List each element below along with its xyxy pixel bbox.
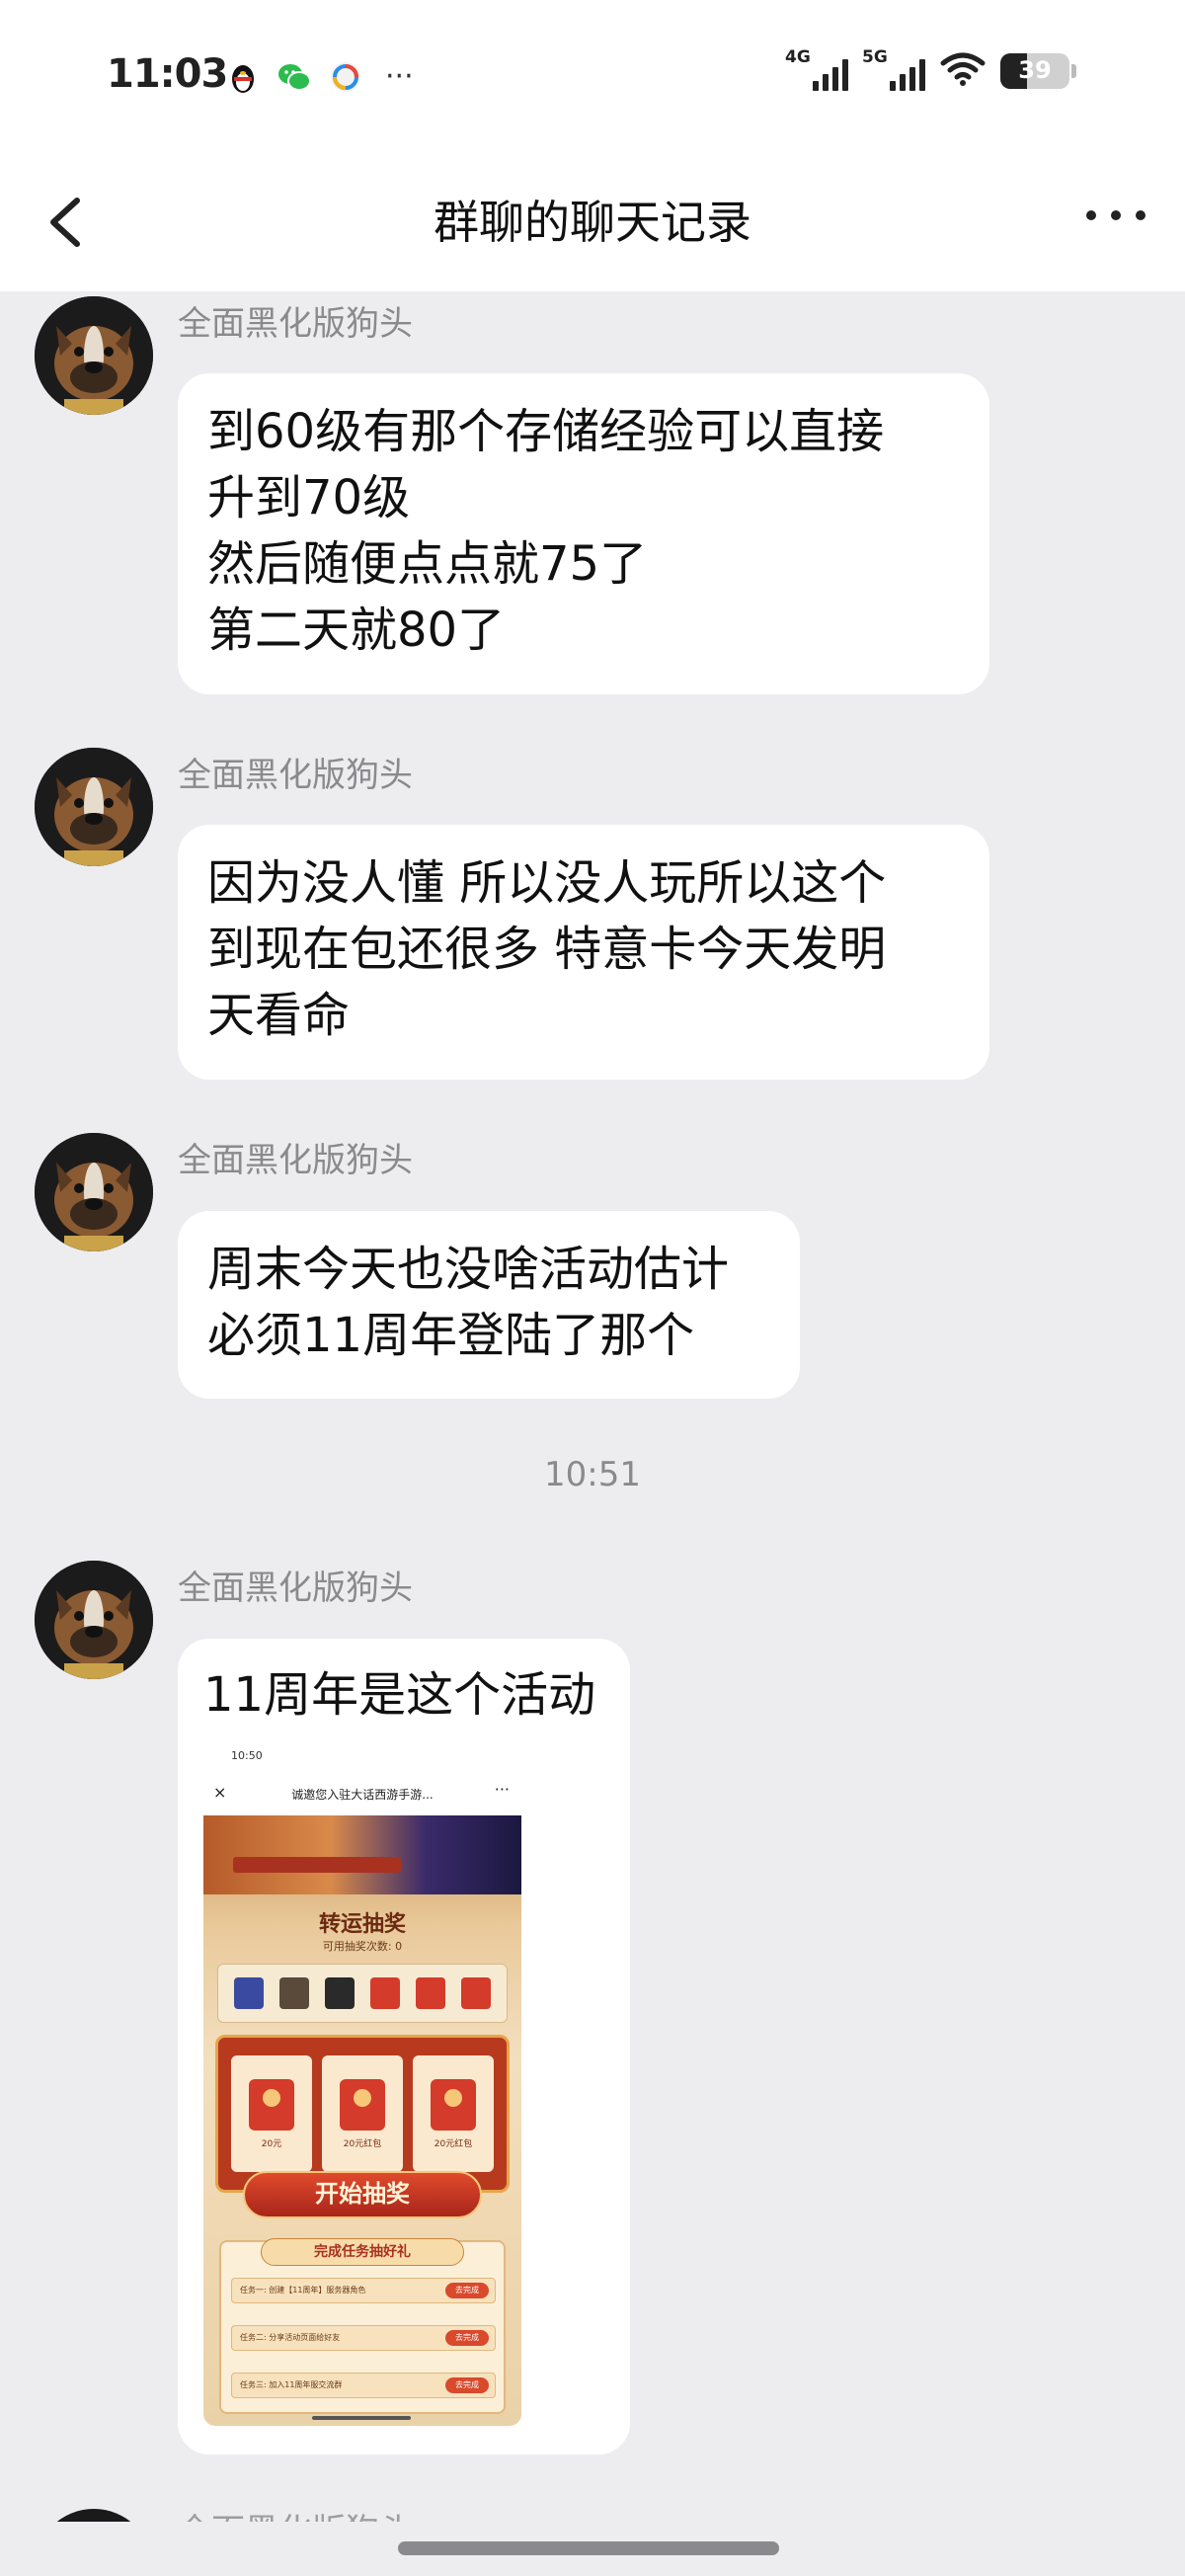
- message-text: 第二天就80了: [207, 603, 506, 658]
- prize-item: [325, 1977, 355, 2009]
- image-nav: × 诚邀您入驻大话西游手游... ···: [203, 1770, 521, 1815]
- lottery-count: 可用抽奖次数: 0: [322, 1940, 403, 1953]
- message-text: 周末今天也没啥活动估计: [207, 1242, 730, 1297]
- slot-machine: 20元 20元红包 20元红包: [215, 2035, 510, 2193]
- battery-tip: [1071, 64, 1076, 78]
- prize-item: [416, 1977, 445, 2009]
- signal-5g: 5G: [862, 47, 925, 91]
- more-options-button[interactable]: [1086, 210, 1146, 226]
- sender-name: 全面黑化版狗头: [178, 1141, 413, 1180]
- signal-4g: 4G: [785, 47, 848, 91]
- prize-item: [279, 1977, 309, 2009]
- message-bubble[interactable]: 到60级有那个存储经验可以直接 升到70级 然后随便点点就75了 第二天就80了: [178, 373, 989, 694]
- message-text: 到现在包还很多 特意卡今天发明: [207, 922, 887, 977]
- avatar[interactable]: [35, 1133, 153, 1251]
- slot-card: 20元红包: [413, 2055, 494, 2172]
- status-time: 11:03: [107, 51, 228, 97]
- avatar[interactable]: [35, 1561, 153, 1679]
- page-title: 群聊的聊天记录: [434, 196, 751, 249]
- message-bubble[interactable]: 因为没人懂 所以没人玩所以这个 到现在包还很多 特意卡今天发明 天看命: [178, 825, 989, 1080]
- bulldog-avatar-icon: [35, 296, 153, 415]
- promo-banner: [203, 1815, 521, 1894]
- prize-item: [370, 1977, 400, 2009]
- battery-icon: 39: [1000, 53, 1069, 89]
- prize-row: [217, 1964, 508, 2023]
- task-header: 完成任务抽好礼: [261, 2238, 464, 2266]
- bulldog-avatar-icon: [35, 748, 153, 866]
- more-icon: ···: [494, 1780, 510, 1799]
- lottery-title: 转运抽奖: [318, 1911, 406, 1937]
- message-image[interactable]: 10:50 × 诚邀您入驻大话西游手游... ··· 转运抽奖 可用抽奖次数: …: [203, 1740, 521, 2426]
- message-bubble[interactable]: 周末今天也没啥活动估计 必须11周年登陆了那个: [178, 1211, 800, 1399]
- message-text: 到60级有那个存储经验可以直接: [207, 404, 885, 459]
- browser-icon: [328, 59, 363, 95]
- message-text: 天看命: [207, 988, 351, 1043]
- task-row: 任务一: 创建【11周年】服务器角色 去完成: [231, 2278, 496, 2303]
- image-status-bar: 10:50: [203, 1740, 521, 1770]
- nav-header: 群聊的聊天记录: [0, 153, 1185, 291]
- sender-name: 全面黑化版狗头: [178, 1569, 413, 1608]
- start-lottery-button: 开始抽奖: [243, 2171, 482, 2218]
- signal-bars-icon: [813, 55, 848, 91]
- status-bar: 11:03 ··· 4G 5G 39: [0, 0, 1185, 153]
- message-text: 必须11周年登陆了那个: [207, 1308, 695, 1363]
- avatar[interactable]: [35, 296, 153, 415]
- sender-name: 全面黑化版狗头: [178, 304, 413, 344]
- banner-ribbon: [233, 1857, 401, 1873]
- task-box: 完成任务抽好礼 任务一: 创建【11周年】服务器角色 去完成 任务二: 分享活动…: [219, 2238, 506, 2414]
- slot-card: 20元红包: [322, 2055, 403, 2172]
- home-indicator[interactable]: [398, 2541, 779, 2555]
- red-envelope-icon: [431, 2078, 476, 2131]
- message-text: 升到70级: [207, 470, 411, 525]
- sender-name: 全面黑化版狗头: [178, 756, 413, 795]
- image-home-indicator: [312, 2416, 411, 2420]
- more-notifications-icon: ···: [385, 59, 414, 94]
- qq-penguin-icon: [225, 59, 261, 95]
- wechat-icon: [276, 59, 312, 95]
- prize-item: [461, 1977, 491, 2009]
- image-page-title: 诚邀您入驻大话西游手游...: [291, 1788, 434, 1802]
- message-text: 因为没人懂 所以没人玩所以这个: [207, 855, 887, 911]
- message-text: 11周年是这个活动: [203, 1667, 596, 1723]
- red-envelope-icon: [249, 2078, 294, 2131]
- prize-item: [234, 1977, 264, 2009]
- bulldog-avatar-icon: [35, 1133, 153, 1251]
- avatar[interactable]: [35, 748, 153, 866]
- task-row: 任务二: 分享活动页面给好友 去完成: [231, 2325, 496, 2351]
- notification-icons: ···: [225, 59, 414, 95]
- wifi-icon: [939, 51, 987, 91]
- red-envelope-icon: [340, 2078, 385, 2131]
- message-timestamp: 10:51: [544, 1455, 641, 1494]
- message-text: 然后随便点点就75了: [207, 536, 648, 592]
- task-row: 任务三: 加入11周年服交流群 去完成: [231, 2373, 496, 2398]
- bulldog-avatar-icon: [35, 1561, 153, 1679]
- signal-bars-icon: [890, 55, 925, 91]
- slot-card: 20元: [231, 2055, 312, 2172]
- lottery-page: 转运抽奖 可用抽奖次数: 0 20元 20元红包 20元红包 开始抽奖 完成任务…: [203, 1815, 521, 2426]
